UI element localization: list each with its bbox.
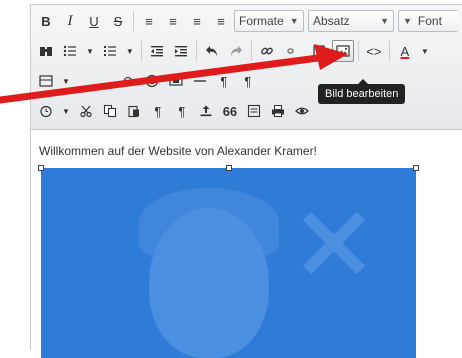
formate-dropdown[interactable]: Formate ▼: [234, 10, 304, 32]
find-replace-button[interactable]: [35, 40, 57, 62]
link-icon: [260, 47, 273, 55]
separator: [133, 11, 134, 31]
bold-button[interactable]: B: [35, 10, 57, 32]
scissors-icon: [80, 105, 92, 118]
template-button[interactable]: [243, 100, 265, 122]
anchor-icon: [313, 45, 325, 57]
toolbar-row-4: ▼ ¶ ¶ 66: [35, 99, 315, 123]
table-dropdown[interactable]: ▼: [59, 70, 73, 92]
image-x-decoration: [302, 211, 366, 275]
separator: [140, 41, 142, 61]
emoticon-button[interactable]: [141, 70, 163, 92]
indent-icon: [174, 46, 187, 57]
toolbar-row-3: ▼ Ω ¶ ¶: [35, 69, 261, 93]
underline-button[interactable]: U: [83, 10, 105, 32]
copy-icon: [103, 104, 116, 118]
timer-button[interactable]: [35, 100, 57, 122]
align-left-button[interactable]: ≡: [138, 10, 160, 32]
separator: [195, 41, 197, 61]
unlink-icon: [287, 48, 294, 54]
rtl-button[interactable]: ¶: [237, 70, 259, 92]
align-center-button[interactable]: ≡: [162, 10, 184, 32]
absatz-dropdown-label: Absatz: [313, 14, 350, 28]
horizontal-line-icon: [193, 80, 206, 82]
horizontal-line-button[interactable]: [189, 70, 211, 92]
table-button[interactable]: [35, 70, 57, 92]
resize-handle-top-left[interactable]: [38, 165, 44, 171]
separator: [357, 41, 359, 61]
link-button[interactable]: [256, 40, 278, 62]
special-char-button[interactable]: Ω: [117, 70, 139, 92]
align-right-button[interactable]: ≡: [186, 10, 208, 32]
text-color-dropdown[interactable]: ▼: [418, 40, 432, 62]
copy-button[interactable]: [99, 100, 121, 122]
media-button[interactable]: [165, 70, 187, 92]
numbered-list-icon: [103, 46, 116, 56]
timer-dropdown[interactable]: ▼: [59, 100, 73, 122]
redo-button[interactable]: [225, 40, 247, 62]
selected-image[interactable]: [41, 168, 416, 358]
absatz-dropdown[interactable]: Absatz ▼: [308, 10, 394, 32]
printer-icon: [271, 105, 284, 117]
source-code-button[interactable]: <>: [363, 40, 385, 62]
clock-icon: [40, 105, 52, 118]
chevron-down-icon: ▼: [380, 16, 389, 26]
binoculars-icon: [40, 47, 52, 56]
font-dropdown[interactable]: ▼ Font: [398, 10, 458, 32]
table-icon: [39, 75, 53, 87]
template-icon: [247, 104, 260, 118]
undo-icon: [205, 46, 217, 56]
undo-button[interactable]: [201, 40, 223, 62]
resize-handle-top-right[interactable]: [413, 165, 419, 171]
blockquote-button[interactable]: 66: [219, 100, 241, 122]
italic-button[interactable]: I: [59, 10, 81, 32]
indent-button[interactable]: [170, 40, 192, 62]
outdent-button[interactable]: [146, 40, 168, 62]
editor-frame: B I U S ≡ ≡ ≡ ≡ Formate ▼ Absatz ▼ ▼ Fon…: [30, 4, 462, 358]
paste-icon: [128, 105, 139, 118]
redo-icon: [230, 46, 242, 56]
paragraph-button[interactable]: ¶: [147, 100, 169, 122]
eye-icon: [295, 107, 309, 115]
anchor-button[interactable]: [308, 40, 330, 62]
strikethrough-button[interactable]: S: [107, 10, 129, 32]
editor-content[interactable]: Willkommen auf der Website von Alexander…: [31, 130, 462, 358]
separator: [250, 41, 252, 61]
chevron-down-icon: ▼: [403, 16, 412, 26]
bullet-list-icon: [63, 45, 76, 57]
outdent-icon: [150, 46, 163, 57]
hr-button[interactable]: [75, 70, 115, 92]
paragraph-alt-button[interactable]: ¶: [171, 100, 193, 122]
toolbar-row-1: B I U S ≡ ≡ ≡ ≡ Formate ▼ Absatz ▼ ▼ Fon…: [35, 9, 462, 33]
image-icon: [336, 45, 350, 57]
paste-button[interactable]: [123, 100, 145, 122]
cut-button[interactable]: [75, 100, 97, 122]
image-face: [149, 208, 269, 358]
upload-icon: [200, 105, 212, 117]
smiley-icon: [145, 74, 159, 88]
preview-button[interactable]: [291, 100, 313, 122]
numbered-list-button[interactable]: [99, 40, 121, 62]
unlink-button[interactable]: [280, 40, 306, 62]
toolbar-row-2: ▼ ▼ <> A ▼: [35, 39, 434, 63]
editor-toolbar: B I U S ≡ ≡ ≡ ≡ Formate ▼ Absatz ▼ ▼ Fon…: [31, 5, 462, 130]
bullet-list-button[interactable]: [59, 40, 81, 62]
print-button[interactable]: [267, 100, 289, 122]
align-justify-button[interactable]: ≡: [210, 10, 232, 32]
tooltip-edit-image: Bild bearbeiten: [318, 79, 406, 104]
bullet-list-dropdown[interactable]: ▼: [83, 40, 97, 62]
font-dropdown-label: Font: [417, 14, 442, 28]
numbered-list-dropdown[interactable]: ▼: [123, 40, 137, 62]
formate-dropdown-label: Formate: [239, 14, 284, 28]
film-icon: [169, 76, 183, 86]
insert-button[interactable]: [195, 100, 217, 122]
separator: [388, 41, 390, 61]
welcome-text: Willkommen auf der Website von Alexander…: [39, 144, 317, 158]
resize-handle-top-middle[interactable]: [226, 165, 232, 171]
text-color-button[interactable]: A: [394, 40, 416, 62]
ltr-button[interactable]: ¶: [213, 70, 235, 92]
chevron-down-icon: ▼: [289, 16, 299, 26]
insert-image-button[interactable]: [331, 40, 354, 62]
